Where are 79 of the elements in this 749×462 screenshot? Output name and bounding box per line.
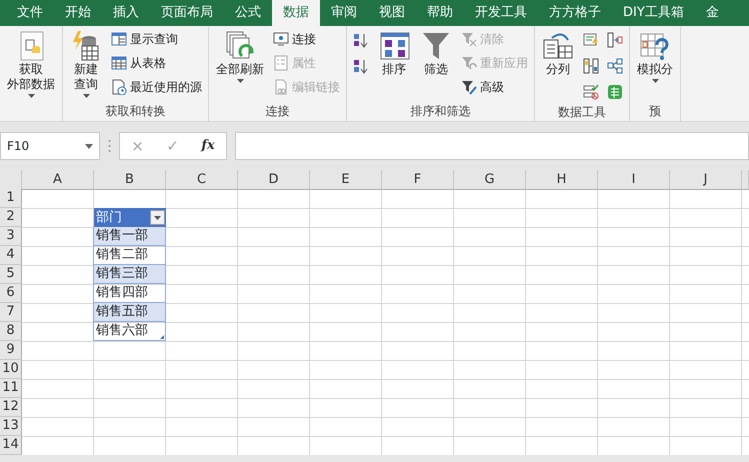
column-header[interactable]: E (310, 170, 382, 190)
row-header[interactable]: 14 (0, 436, 22, 455)
table-window-icon (111, 31, 127, 47)
row-header[interactable]: 10 (0, 360, 22, 379)
ribbon-tab[interactable]: 页面布局 (150, 0, 224, 26)
document-link-icon (273, 79, 289, 95)
formula-button[interactable]: fx (197, 136, 219, 156)
column-header[interactable]: B (94, 170, 166, 190)
row-header[interactable]: 8 (0, 322, 22, 341)
ribbon-button[interactable]: 连接 (271, 28, 342, 50)
row-header[interactable]: 1 (0, 189, 22, 208)
ribbon-button[interactable]: 获取 外部数据 (4, 28, 58, 100)
dropdown-arrow-icon (85, 144, 93, 148)
ribbon-tab[interactable]: 文件 (6, 0, 54, 26)
row-header[interactable]: 3 (0, 227, 22, 246)
document-clock-icon (111, 79, 127, 95)
ribbon-tab[interactable]: 开发工具 (464, 0, 538, 26)
table-icon (111, 55, 127, 71)
ribbon-button[interactable]: 显示查询 (109, 28, 204, 50)
caret-icon (154, 216, 161, 220)
funnel-clear-icon (461, 31, 477, 47)
ribbon-tab[interactable]: 金 (694, 0, 730, 26)
column-header[interactable]: G (454, 170, 526, 190)
ribbon-button[interactable]: 最近使用的源 (109, 76, 204, 98)
ribbon-tab[interactable]: 方方格子 (538, 0, 612, 26)
row-header[interactable]: 11 (0, 379, 22, 398)
column-header[interactable]: J (670, 170, 742, 190)
monitor-icon (273, 31, 289, 47)
group-label: 预 (648, 103, 662, 120)
row-header[interactable]: 5 (0, 265, 22, 284)
ribbon-button[interactable]: 全部刷新 (213, 28, 267, 85)
table-cell[interactable]: 销售五部 (93, 303, 166, 322)
ribbon-tab[interactable]: 开始 (54, 0, 102, 26)
ribbon-button[interactable]: 分列 (539, 28, 577, 79)
ribbon-button[interactable]: 模拟分 (634, 28, 676, 85)
header-text: 部门 (96, 208, 122, 226)
cell-reference: F10 (7, 138, 30, 155)
table-cell[interactable]: 销售一部 (93, 227, 166, 246)
ribbon-tab[interactable]: 审阅 (320, 0, 368, 26)
name-box[interactable]: F10 (0, 132, 100, 160)
list-page-icon (273, 55, 289, 71)
funnel-refresh-icon (461, 55, 477, 71)
ribbon-button[interactable]: 新建 查询 (67, 28, 105, 100)
group-label: 排序和筛选 (410, 103, 472, 120)
row-header[interactable]: 2 (0, 208, 22, 227)
column-header[interactable]: A (22, 170, 94, 190)
ribbon-tab[interactable]: DIY工具箱 (612, 0, 695, 26)
table-cell[interactable]: 销售三部 (93, 265, 166, 284)
group-label: 连接 (264, 103, 290, 120)
column-header[interactable]: D (238, 170, 310, 190)
column-header[interactable]: F (382, 170, 454, 190)
ribbon-tab[interactable]: 数据 (272, 0, 320, 26)
column-header[interactable]: H (526, 170, 598, 190)
ribbon-button[interactable]: 高级 (459, 76, 530, 98)
ribbon-tab[interactable]: 插入 (102, 0, 150, 26)
group-label: 数据工具 (557, 104, 607, 121)
ribbon-button[interactable]: 排序 (375, 28, 413, 79)
row-header[interactable]: 4 (0, 246, 22, 265)
row-header[interactable]: 12 (0, 398, 22, 417)
row-header[interactable]: 9 (0, 341, 22, 360)
row-header[interactable]: 7 (0, 303, 22, 322)
formula-input[interactable] (235, 132, 749, 160)
ribbon-button[interactable]: 从表格 (109, 52, 204, 74)
grip-icon (108, 139, 111, 153)
sort-grid-icon (378, 30, 410, 62)
column-header[interactable]: C (166, 170, 238, 190)
row-header[interactable]: 6 (0, 284, 22, 303)
group-label: 获取和转换 (104, 103, 166, 120)
table-cell[interactable]: 销售六部 (93, 322, 166, 341)
resize-handle-icon[interactable] (160, 335, 164, 339)
ribbon-button[interactable]: 筛选 (417, 28, 455, 79)
ribbon-tab[interactable]: 视图 (368, 0, 416, 26)
row-header[interactable]: 13 (0, 417, 22, 436)
ribbon-tab[interactable]: 帮助 (416, 0, 464, 26)
funnel-icon (420, 30, 452, 62)
column-header[interactable]: I (598, 170, 670, 190)
funnel-pencil-icon (461, 79, 477, 95)
ribbon-tab[interactable]: 公式 (224, 0, 272, 26)
filter-dropdown-button[interactable] (150, 210, 165, 225)
